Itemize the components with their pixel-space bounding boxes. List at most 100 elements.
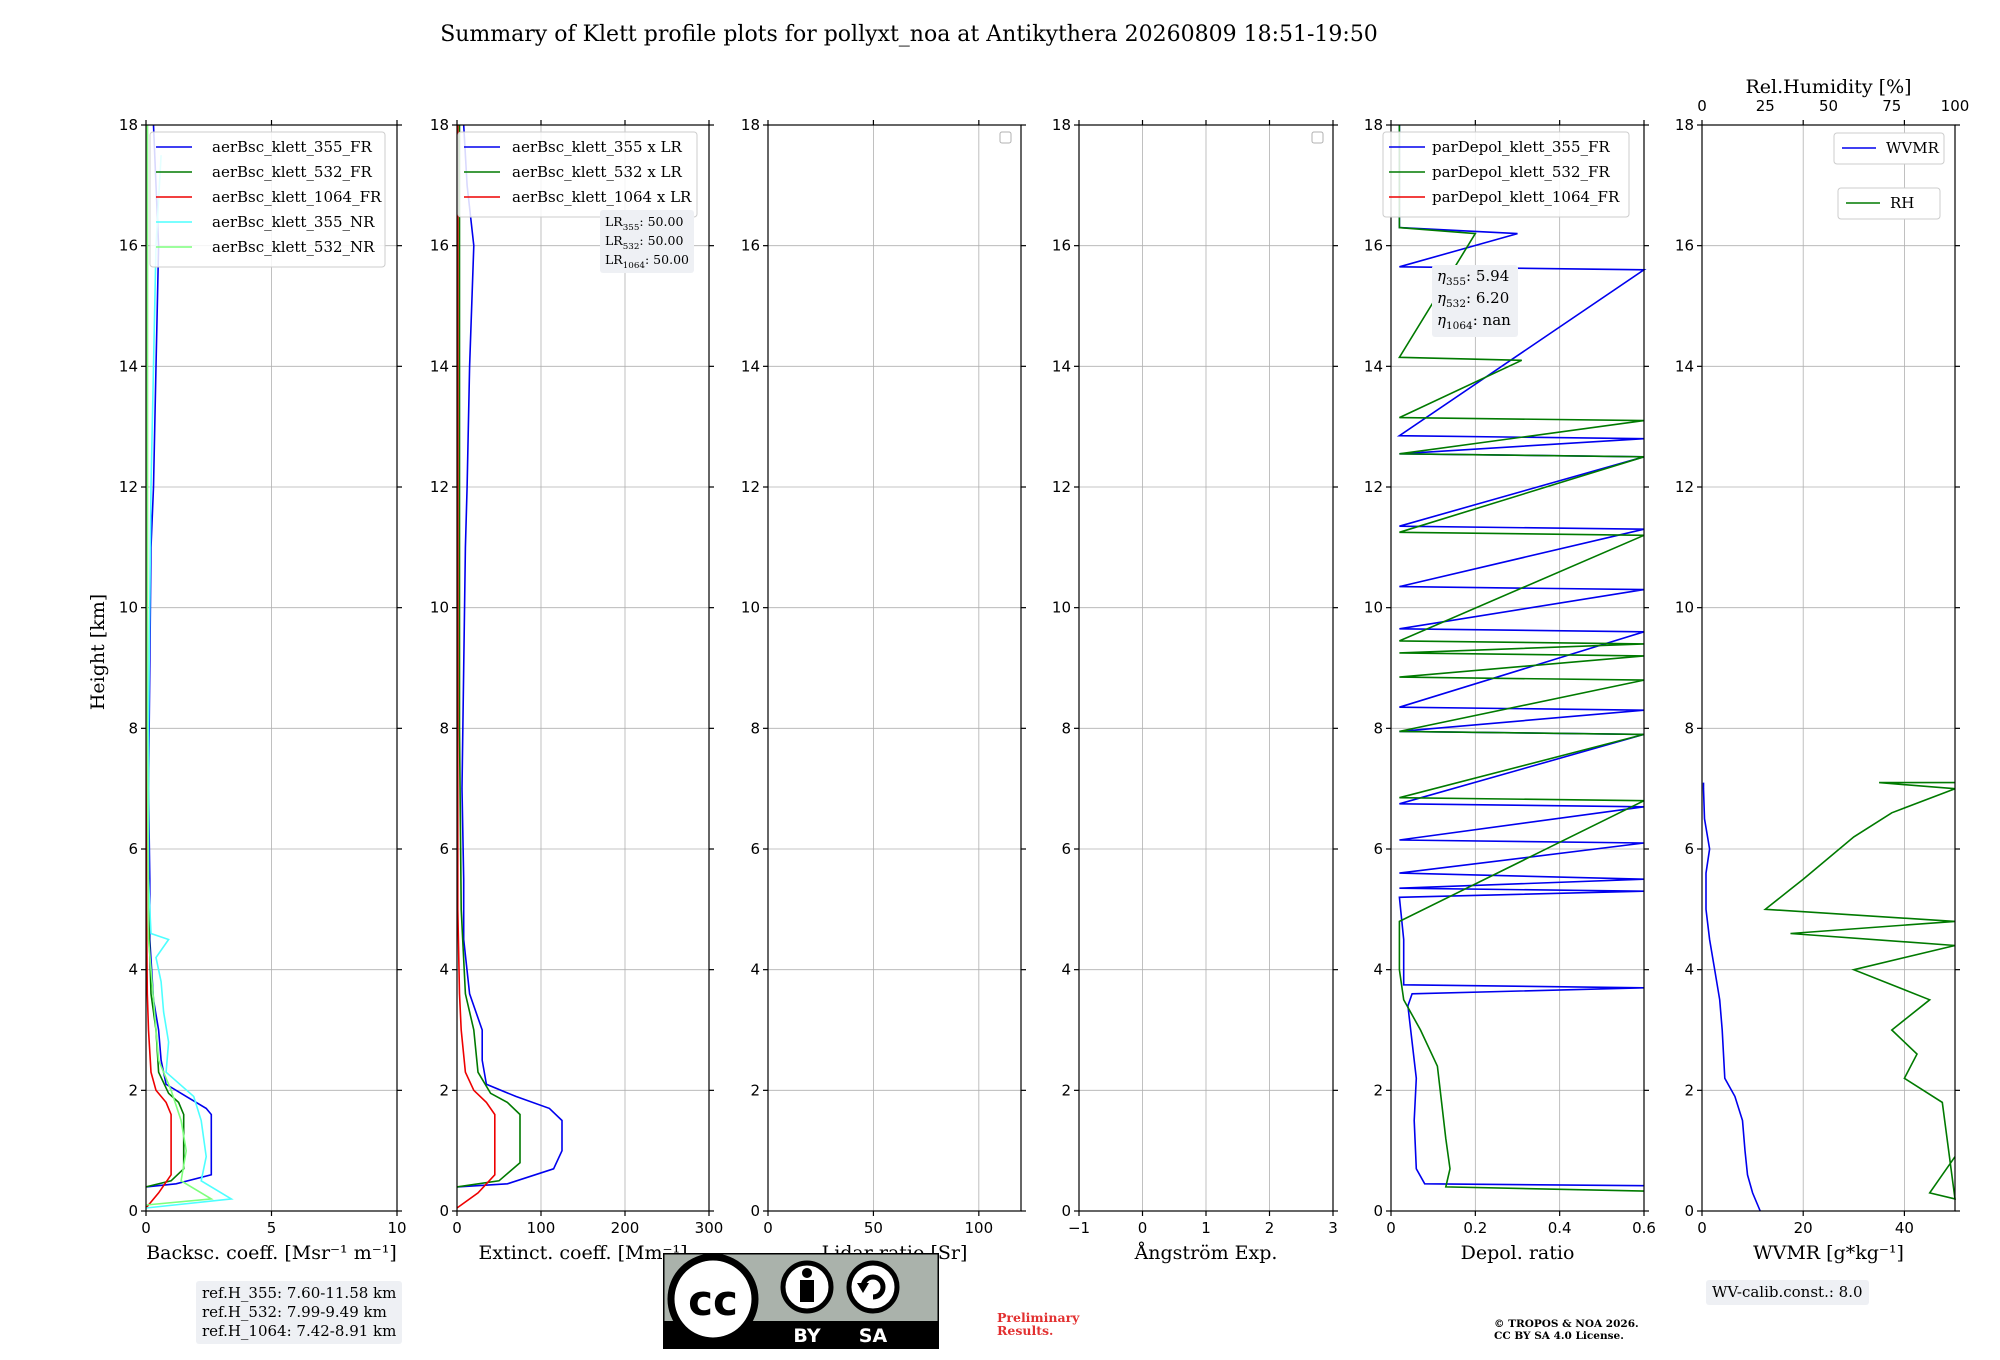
- x-axis-label: Ångström Exp.: [1134, 1242, 1278, 1264]
- y-tick-label: 12: [741, 478, 760, 496]
- y-tick-label: 14: [1364, 357, 1383, 375]
- y-tick-label: 0: [1373, 1202, 1383, 1220]
- y-tick-label: 2: [439, 1081, 449, 1099]
- y-tick-label: 14: [741, 357, 760, 375]
- y-tick-label: 8: [128, 719, 138, 737]
- x-tick-label: 0.6: [1632, 1219, 1656, 1237]
- legend-entry: aerBsc_klett_355_NR: [212, 213, 375, 231]
- wv-calib-constant: WV-calib.const.: 8.0: [1712, 1283, 1863, 1301]
- legend-entry: aerBsc_klett_355 x LR: [512, 138, 683, 156]
- y-tick-label: 16: [1364, 237, 1383, 255]
- plot-frame: [767, 124, 1022, 1212]
- y-tick-label: 0: [439, 1202, 449, 1220]
- x-tick-label: 100: [527, 1219, 556, 1237]
- y-tick-label: 0: [1061, 1202, 1071, 1220]
- y-tick-label: 10: [741, 599, 760, 617]
- y-tick-label: 2: [1373, 1081, 1383, 1099]
- x2-tick-label: 75: [1882, 97, 1901, 115]
- y-tick-label: 18: [119, 116, 138, 134]
- x-tick-label: 50: [864, 1219, 883, 1237]
- y-tick-label: 2: [1684, 1081, 1694, 1099]
- y-tick-label: 10: [119, 599, 138, 617]
- x-tick-label: 0: [141, 1219, 151, 1237]
- empty-legend-icon: [999, 131, 1012, 144]
- series-line-1-4: [145, 155, 234, 1209]
- y-tick-label: 6: [750, 840, 760, 858]
- y-tick-label: 10: [1675, 599, 1694, 617]
- preliminary-line-2: Results.: [997, 1323, 1054, 1338]
- x-tick-label: 10: [387, 1219, 406, 1237]
- x-tick-label: 0: [1386, 1219, 1396, 1237]
- x-tick-label: 2: [1265, 1219, 1275, 1237]
- y-tick-label: 6: [1061, 840, 1071, 858]
- y-tick-label: 10: [1052, 599, 1071, 617]
- y-tick-label: 12: [119, 478, 138, 496]
- y-tick-label: 14: [430, 357, 449, 375]
- legend-entry: aerBsc_klett_1064_FR: [212, 188, 382, 206]
- series-line-2-2: [456, 125, 521, 1188]
- y-tick-label: 4: [439, 961, 449, 979]
- legend-entry: parDepol_klett_532_FR: [1432, 163, 1610, 181]
- y-tick-label: 4: [750, 961, 760, 979]
- wv-calib-box: WV-calib.const.: 8.0: [1706, 1280, 1869, 1305]
- y-tick-label: 10: [430, 599, 449, 617]
- x-axis-label: Extinct. coeff. [Mm⁻¹]: [478, 1242, 687, 1264]
- y-tick-label: 12: [1675, 478, 1694, 496]
- ref-height-355: ref.H_355: 7.60-11.58 km: [202, 1284, 397, 1302]
- x-tick-label: 0: [1697, 1219, 1707, 1237]
- y-tick-label: 0: [750, 1202, 760, 1220]
- figure-canvas: Height [km] 0246810121416180 5 10Backsc. c…: [87, 76, 1970, 1264]
- y-tick-label: 16: [1675, 237, 1694, 255]
- copyright-line-2: CC BY SA 4.0 License.: [1494, 1330, 1624, 1342]
- y-tick-label: 4: [1684, 961, 1694, 979]
- x-axis-label: Backsc. coeff. [Msr⁻¹ m⁻¹]: [146, 1242, 397, 1264]
- svg-text:cc: cc: [688, 1276, 738, 1325]
- y-tick-label: 2: [1061, 1081, 1071, 1099]
- legend-entry: aerBsc_klett_1064 x LR: [512, 188, 692, 206]
- x-tick-label: 200: [611, 1219, 640, 1237]
- y-axis-label: Height [km]: [87, 594, 109, 710]
- copyright-line-1: © TROPOS & NOA 2026.: [1494, 1318, 1639, 1330]
- y-tick-label: 2: [128, 1081, 138, 1099]
- x-tick-label: 3: [1328, 1219, 1338, 1237]
- y-tick-label: 8: [1061, 719, 1071, 737]
- y-tick-label: 4: [1373, 961, 1383, 979]
- y-tick-label: 4: [128, 961, 138, 979]
- plot-frame: [1701, 124, 1956, 1212]
- legend-entry: RH: [1890, 194, 1914, 212]
- preliminary-results-note: Preliminary Results.: [997, 1311, 1079, 1337]
- legend-entry: aerBsc_klett_532_NR: [212, 238, 375, 256]
- x-tick-label: 0.4: [1548, 1219, 1572, 1237]
- ref-height-1064: ref.H_1064: 7.42-8.91 km: [202, 1322, 397, 1340]
- y-tick-label: 14: [119, 357, 138, 375]
- x-axis-label: Depol. ratio: [1461, 1242, 1575, 1264]
- y-tick-label: 18: [741, 116, 760, 134]
- y-tick-label: 8: [1684, 719, 1694, 737]
- y-tick-label: 16: [430, 237, 449, 255]
- y-tick-label: 8: [1373, 719, 1383, 737]
- y-tick-label: 12: [430, 478, 449, 496]
- y-tick-label: 14: [1675, 357, 1694, 375]
- legend-entry: parDepol_klett_355_FR: [1432, 138, 1610, 156]
- y-tick-label: 18: [1675, 116, 1694, 134]
- x-axis-label: WVMR [g*kg⁻¹]: [1753, 1242, 1904, 1264]
- y-tick-label: 12: [1364, 478, 1383, 496]
- legend-entry: parDepol_klett_1064_FR: [1432, 188, 1620, 206]
- x-tick-label: 1: [1201, 1219, 1211, 1237]
- x2-tick-label: 25: [1756, 97, 1775, 115]
- empty-legend-icon: [1311, 131, 1324, 144]
- cc-sa-label: SA: [859, 1325, 888, 1347]
- reference-heights-box: ref.H_355: 7.60-11.58 km ref.H_532: 7.99…: [196, 1281, 403, 1344]
- x2-tick-label: 100: [1941, 97, 1970, 115]
- y-tick-label: 0: [128, 1202, 138, 1220]
- x-tick-label: 0.2: [1463, 1219, 1487, 1237]
- x-tick-label: 5: [267, 1219, 277, 1237]
- y-tick-label: 12: [1052, 478, 1071, 496]
- y-tick-label: 4: [1061, 961, 1071, 979]
- x-tick-label: 0: [763, 1219, 773, 1237]
- y-tick-label: 16: [1052, 237, 1071, 255]
- y-tick-label: 10: [1364, 599, 1383, 617]
- x2-axis-label: Rel.Humidity [%]: [1745, 76, 1911, 98]
- legend-entry: aerBsc_klett_532 x LR: [512, 163, 683, 181]
- plot-frame: [456, 124, 710, 1212]
